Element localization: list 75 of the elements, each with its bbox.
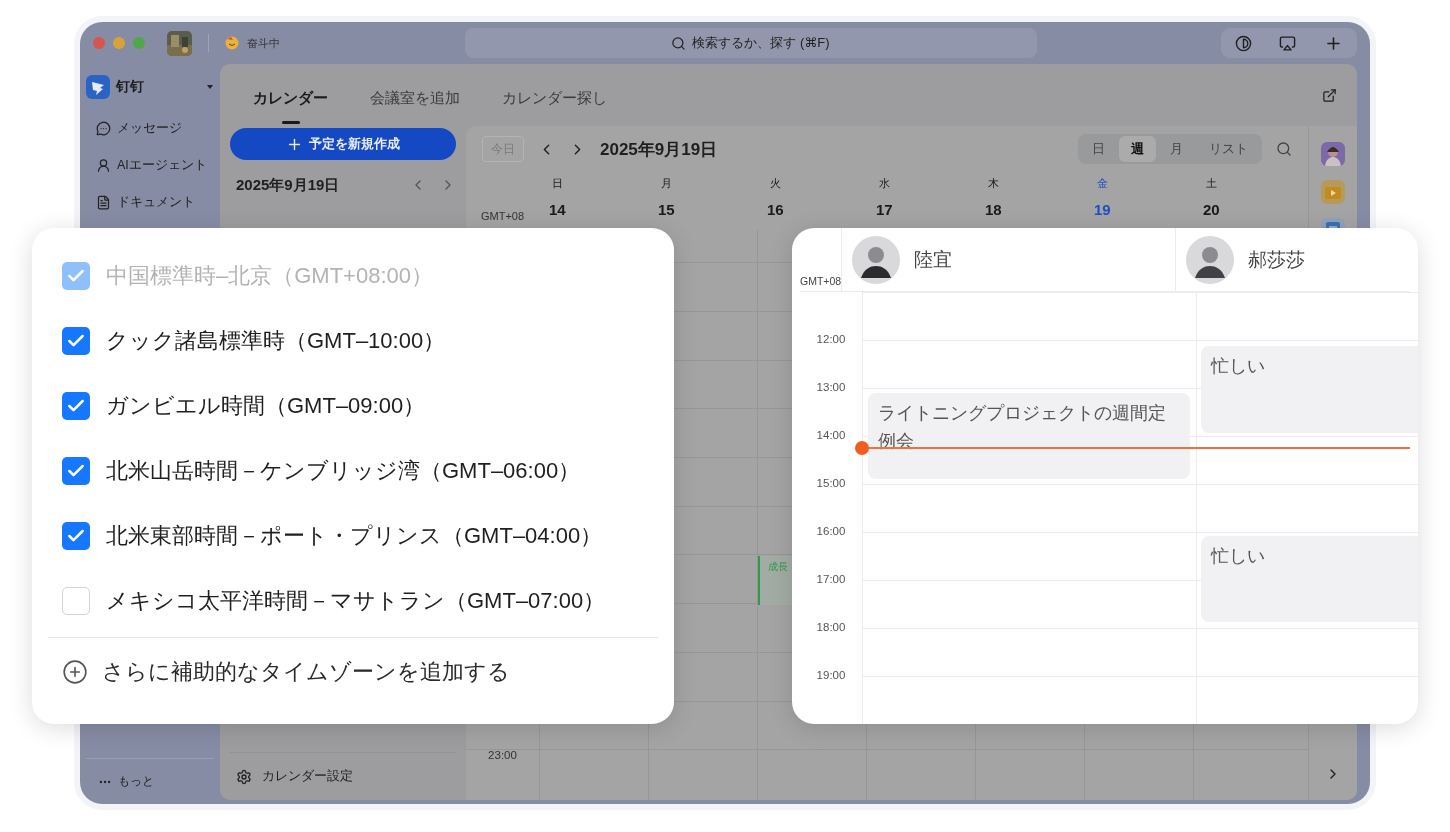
document-icon (96, 195, 111, 210)
day-number[interactable]: 20 (1203, 201, 1220, 218)
day-number[interactable]: 16 (767, 201, 784, 218)
calendar-settings-link[interactable]: カレンダー設定 (262, 768, 353, 785)
weekday-label: 金 (1096, 176, 1109, 191)
sidebar-item[interactable]: AIエージェント (86, 147, 214, 184)
timezone-label: GMT+08 (800, 275, 842, 287)
hour-label: 15:00 (815, 477, 847, 491)
new-event-button[interactable]: 予定を新規作成 (230, 128, 456, 160)
mini-calendar-title: 2025年9月19日 (235, 175, 341, 195)
day-number[interactable]: 18 (985, 201, 1002, 218)
add-timezone-link[interactable]: さらに補助的なタイムゾーンを追加する (102, 657, 510, 687)
day-number[interactable]: 17 (876, 201, 893, 218)
sidebar-item[interactable]: ドキュメント (86, 184, 214, 221)
hour-label: 16:00 (815, 525, 847, 539)
tab[interactable]: カレンダー探し (502, 70, 607, 126)
timezone-label: ガンビエル時間（GMT–09:00） (106, 391, 426, 420)
chat-icon (96, 121, 111, 136)
weekday-label: 日 (551, 176, 564, 191)
view-tab[interactable]: 月 (1158, 136, 1195, 162)
calendar-event[interactable]: 忙しい (1201, 346, 1418, 433)
app-logo-icon (86, 75, 110, 99)
view-tab[interactable]: 日 (1080, 136, 1117, 162)
timezone-label: 北米東部時間－ポート・プリンス（GMT–04:00） (106, 521, 603, 550)
timezone-label: GMT+08 (480, 210, 525, 222)
external-window-icon[interactable] (1322, 87, 1337, 103)
day-number[interactable]: 14 (549, 201, 566, 218)
hour-label: 12:00 (815, 333, 847, 347)
search-field[interactable]: 検索するか、探す (⌘F) (464, 28, 1037, 58)
search-icon (671, 35, 687, 51)
timezone-label: クック諸島標準時（GMT–10:00） (106, 326, 446, 355)
person-name: 陸宜 (914, 247, 953, 272)
add-icon[interactable] (62, 659, 88, 685)
emoji-icon (225, 36, 239, 50)
checkbox[interactable] (62, 326, 90, 355)
checkbox[interactable] (62, 391, 90, 420)
more-link[interactable]: もっと (118, 773, 154, 790)
caret-icon[interactable] (206, 84, 214, 90)
sidebar-item[interactable]: メッセージ (86, 110, 214, 147)
hour-label: 18:00 (815, 621, 847, 635)
day-number[interactable]: 15 (658, 201, 675, 218)
weekday-label: 水 (878, 176, 891, 191)
settings-icon[interactable] (236, 768, 252, 785)
timezone-label: 北米山岳時間－ケンブリッジ湾（GMT–06:00） (106, 456, 581, 485)
checkbox[interactable] (62, 456, 90, 485)
calendar-event[interactable]: 忙しい (1201, 536, 1418, 622)
hour-label: 13:00 (815, 381, 847, 395)
avatar (1186, 235, 1235, 284)
checkbox[interactable] (62, 521, 90, 550)
weekday-label: 月 (660, 176, 673, 191)
timezone-label: メキシコ太平洋時間－マサトラン（GMT–07:00） (106, 586, 606, 615)
person-icon (96, 158, 111, 173)
checkbox[interactable] (62, 586, 90, 615)
contrast-icon[interactable] (1234, 34, 1252, 52)
tab[interactable]: 会議室を追加 (370, 70, 460, 126)
person-name: 郝莎莎 (1248, 247, 1306, 272)
video-icon[interactable] (1325, 185, 1341, 199)
calendar-title: 2025年9月19日 (600, 138, 718, 161)
weekday-label: 土 (1205, 176, 1218, 191)
search-icon[interactable] (1276, 141, 1292, 157)
view-tab[interactable]: 週 (1119, 136, 1156, 162)
current-time-dot (855, 441, 869, 455)
avatar (852, 235, 901, 284)
tab[interactable]: カレンダー (253, 70, 328, 126)
hour-label: 17:00 (815, 573, 847, 587)
screen-share-icon[interactable] (1279, 34, 1297, 52)
hour-label: 19:00 (815, 669, 847, 683)
weekday-label: 火 (769, 176, 782, 191)
view-tab[interactable]: リスト (1197, 136, 1260, 162)
weekday-label: 木 (987, 176, 1000, 191)
hour-label: 14:00 (815, 429, 847, 443)
app-name: 钉钉 (116, 78, 145, 96)
status-text: 奋斗中 (247, 35, 280, 51)
hour-label: 23:00 (487, 749, 518, 763)
timezone-label: 中国標準時–北京（GMT+08:00） (106, 261, 433, 290)
